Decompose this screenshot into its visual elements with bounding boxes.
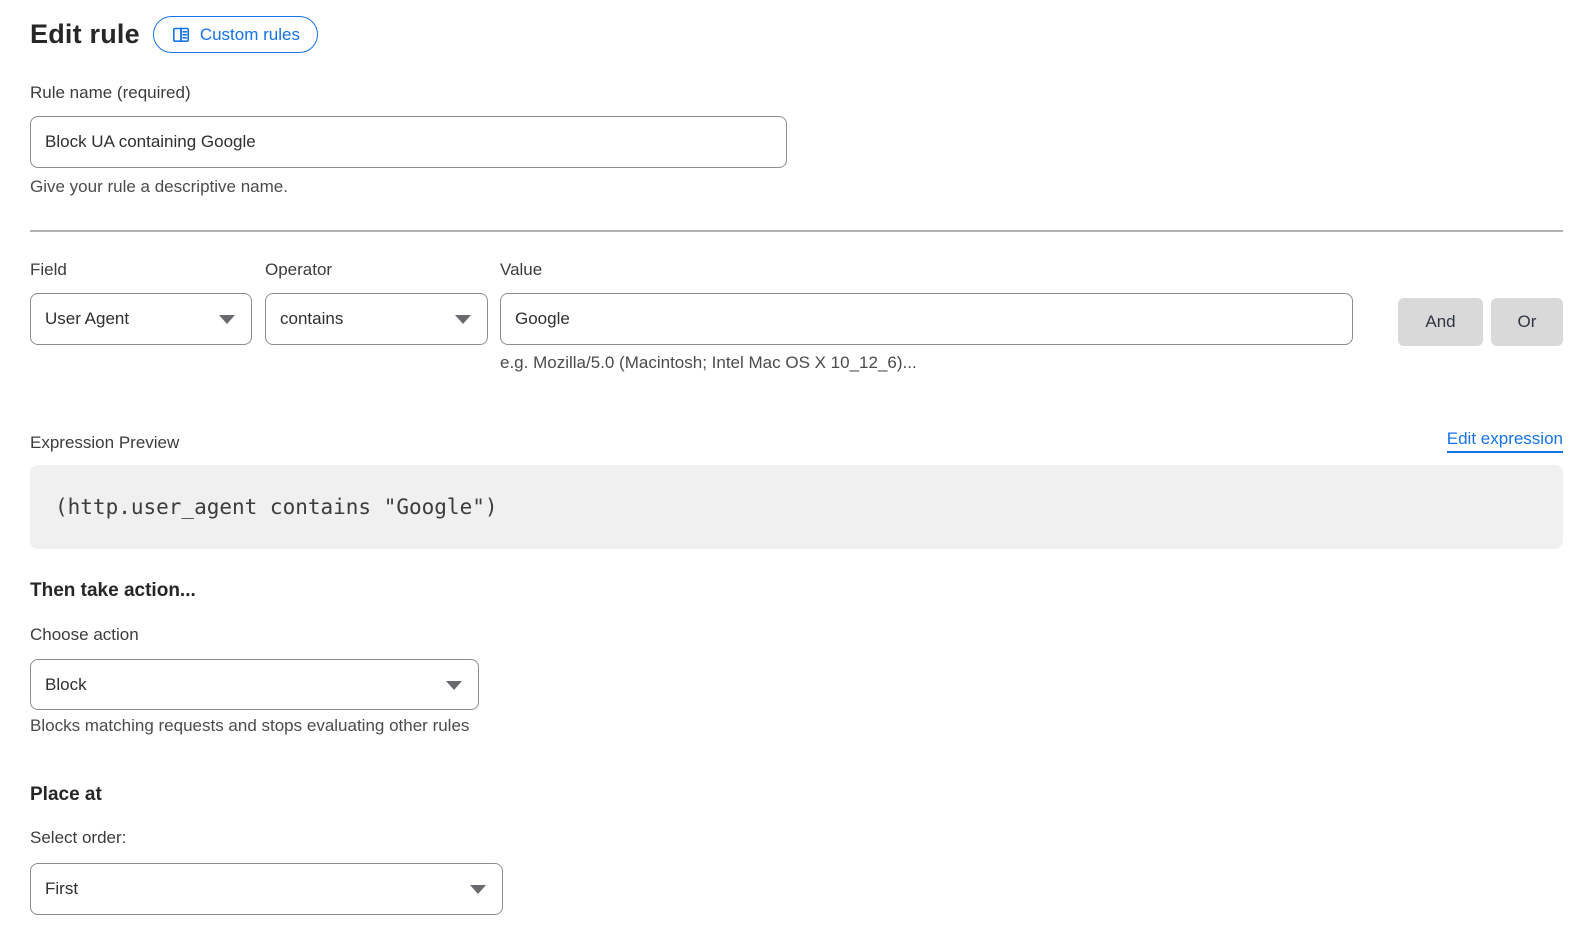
operator-select[interactable]: contains xyxy=(265,293,488,345)
field-select-value: User Agent xyxy=(45,309,129,329)
expression-preview-label: Expression Preview xyxy=(30,433,179,453)
action-select-value: Block xyxy=(45,675,87,695)
action-helper: Blocks matching requests and stops evalu… xyxy=(30,716,1563,736)
order-select[interactable]: First xyxy=(30,863,503,915)
action-select[interactable]: Block xyxy=(30,659,479,710)
operator-select-value: contains xyxy=(280,309,343,329)
edit-expression-link[interactable]: Edit expression xyxy=(1447,429,1563,453)
chevron-down-icon xyxy=(219,315,235,324)
field-label: Field xyxy=(30,260,252,280)
value-helper: e.g. Mozilla/5.0 (Macintosh; Intel Mac O… xyxy=(500,353,1353,373)
select-order-label: Select order: xyxy=(30,828,1563,848)
or-button[interactable]: Or xyxy=(1491,298,1563,346)
expression-code: (http.user_agent contains "Google") xyxy=(55,495,498,519)
choose-action-label: Choose action xyxy=(30,625,1563,645)
value-column: Value e.g. Mozilla/5.0 (Macintosh; Intel… xyxy=(500,260,1353,373)
chevron-down-icon xyxy=(470,885,486,894)
value-label: Value xyxy=(500,260,1353,280)
value-input[interactable] xyxy=(500,293,1353,345)
operator-label: Operator xyxy=(265,260,488,280)
page-header: Edit rule Custom rules xyxy=(30,16,1563,53)
field-select[interactable]: User Agent xyxy=(30,293,252,345)
field-column: Field User Agent xyxy=(30,260,252,373)
action-heading: Then take action... xyxy=(30,580,1563,602)
place-at-heading: Place at xyxy=(30,784,1563,806)
operator-column: Operator contains xyxy=(265,260,488,373)
rule-name-input[interactable] xyxy=(30,116,787,168)
rule-name-section: Rule name (required) Give your rule a de… xyxy=(30,83,1563,197)
custom-rules-badge[interactable]: Custom rules xyxy=(153,16,318,53)
and-column: And xyxy=(1398,260,1483,373)
page-title: Edit rule xyxy=(30,19,140,50)
and-button[interactable]: And xyxy=(1398,298,1483,346)
condition-builder: Field User Agent Operator contains Value… xyxy=(30,260,1563,373)
section-divider xyxy=(30,230,1563,232)
chevron-down-icon xyxy=(455,315,471,324)
expression-preview-box: (http.user_agent contains "Google") xyxy=(30,465,1563,549)
rule-name-label: Rule name (required) xyxy=(30,83,1563,103)
or-column: Or xyxy=(1491,260,1563,373)
custom-rules-badge-label: Custom rules xyxy=(200,25,300,45)
edit-rule-page: Edit rule Custom rules Rule name (requir… xyxy=(0,0,1587,915)
action-section: Then take action... Choose action Block … xyxy=(30,580,1563,736)
expression-header: Expression Preview Edit expression xyxy=(30,429,1563,453)
chevron-down-icon xyxy=(446,681,462,690)
rule-name-helper: Give your rule a descriptive name. xyxy=(30,177,1563,197)
book-icon xyxy=(171,25,191,45)
placement-section: Place at Select order: First xyxy=(30,784,1563,915)
order-select-value: First xyxy=(45,879,78,899)
